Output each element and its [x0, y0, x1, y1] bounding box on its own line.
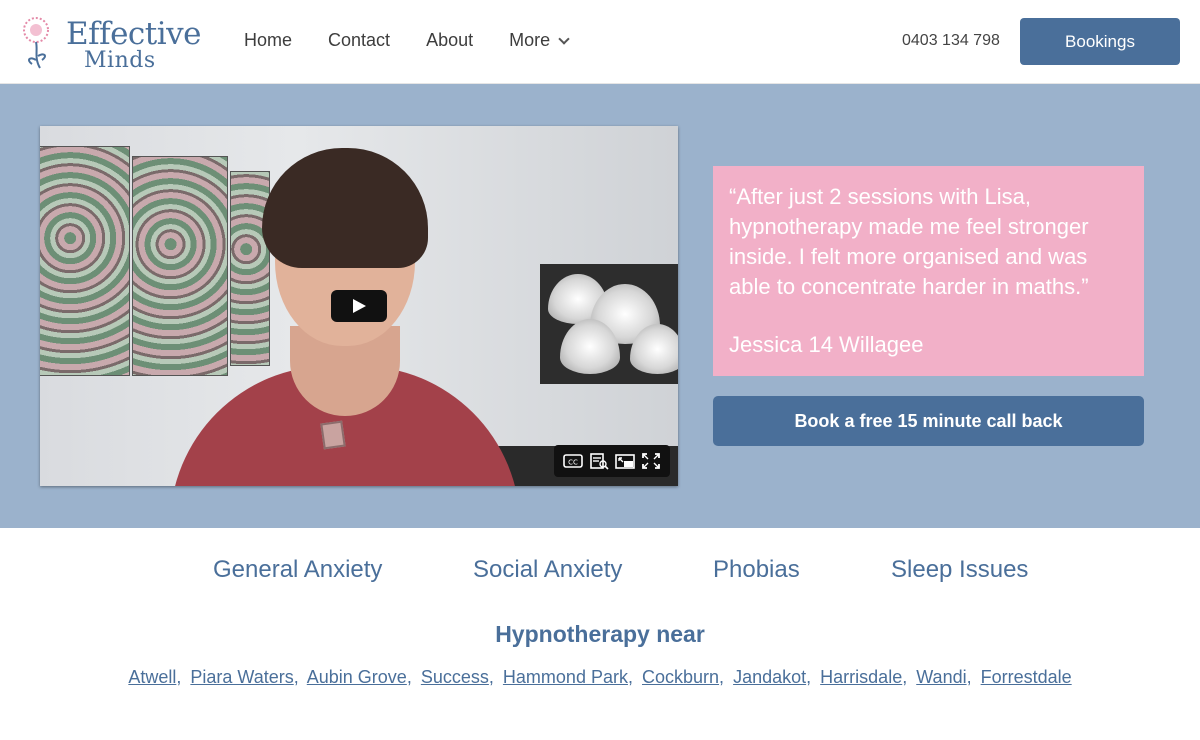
- separator: ,: [719, 667, 725, 687]
- suburb-link[interactable]: Success: [421, 667, 489, 687]
- bookings-button[interactable]: Bookings: [1020, 18, 1180, 65]
- suburb-link[interactable]: Hammond Park: [503, 667, 628, 687]
- suburb-link[interactable]: Cockburn: [642, 667, 719, 687]
- logo-text-minds: Minds: [84, 48, 156, 73]
- separator: ,: [806, 667, 812, 687]
- suburb-link[interactable]: Piara Waters: [190, 667, 293, 687]
- separator: ,: [902, 667, 908, 687]
- suburb-link[interactable]: Aubin Grove: [307, 667, 407, 687]
- topic-social-anxiety[interactable]: Social Anxiety: [473, 556, 622, 584]
- pip-icon[interactable]: [615, 452, 635, 470]
- fullscreen-icon[interactable]: [641, 452, 661, 470]
- site-header: Effective Minds Home Contact About More …: [0, 0, 1200, 84]
- site-logo[interactable]: Effective Minds: [18, 12, 202, 73]
- suburb-link[interactable]: Atwell: [128, 667, 176, 687]
- testimonial-quote: “After just 2 sessions with Lisa, hypnot…: [729, 184, 1089, 299]
- separator: ,: [488, 667, 494, 687]
- svg-text:CC: CC: [568, 459, 578, 467]
- video-controls: CC: [554, 445, 670, 477]
- nav-about[interactable]: About: [426, 30, 473, 51]
- separator: ,: [293, 667, 299, 687]
- nav-more-label: More: [509, 30, 551, 50]
- suburb-link[interactable]: Wandi: [916, 667, 966, 687]
- suburb-links: Atwell, Piara Waters, Aubin Grove, Succe…: [0, 667, 1200, 688]
- chevron-down-icon: [558, 32, 570, 45]
- lily-painting: [540, 264, 678, 384]
- wall-art-panel: [230, 171, 270, 366]
- nav-contact[interactable]: Contact: [328, 30, 390, 51]
- separator: ,: [627, 667, 633, 687]
- topic-links: General Anxiety Social Anxiety Phobias S…: [0, 556, 1200, 588]
- logo-text-effective: Effective: [66, 16, 202, 52]
- nav-home[interactable]: Home: [244, 30, 292, 51]
- phone-number[interactable]: 0403 134 798: [902, 32, 1000, 50]
- video-player[interactable]: CC: [40, 126, 678, 486]
- nav-more[interactable]: More: [509, 30, 570, 51]
- testimonial-box: “After just 2 sessions with Lisa, hypnot…: [713, 166, 1144, 376]
- play-icon: [353, 299, 366, 313]
- separator: ,: [176, 667, 182, 687]
- topic-general-anxiety[interactable]: General Anxiety: [213, 556, 382, 584]
- hypnotherapy-near-heading: Hypnotherapy near: [495, 621, 705, 647]
- suburb-link[interactable]: Harrisdale: [820, 667, 902, 687]
- book-callback-button[interactable]: Book a free 15 minute call back: [713, 396, 1144, 446]
- dandelion-logo-icon: [23, 17, 49, 69]
- suburb-link[interactable]: Jandakot: [733, 667, 806, 687]
- hero-section: CC “After just 2 sessions with Lisa, hyp…: [0, 84, 1200, 528]
- separator: ,: [966, 667, 972, 687]
- main-nav: Home Contact About More: [244, 30, 604, 51]
- topic-phobias[interactable]: Phobias: [713, 556, 800, 584]
- wall-art-panel: [132, 156, 228, 376]
- suburb-link[interactable]: Forrestdale: [981, 667, 1072, 687]
- cc-icon[interactable]: CC: [563, 452, 583, 470]
- necklace-pendant: [320, 420, 346, 450]
- testimonial-author: Jessica 14 Willagee: [729, 332, 924, 357]
- separator: ,: [406, 667, 412, 687]
- transcript-icon[interactable]: [589, 452, 609, 470]
- play-button[interactable]: [331, 290, 387, 322]
- wall-art-panel: [40, 146, 130, 376]
- topic-sleep-issues[interactable]: Sleep Issues: [891, 556, 1028, 584]
